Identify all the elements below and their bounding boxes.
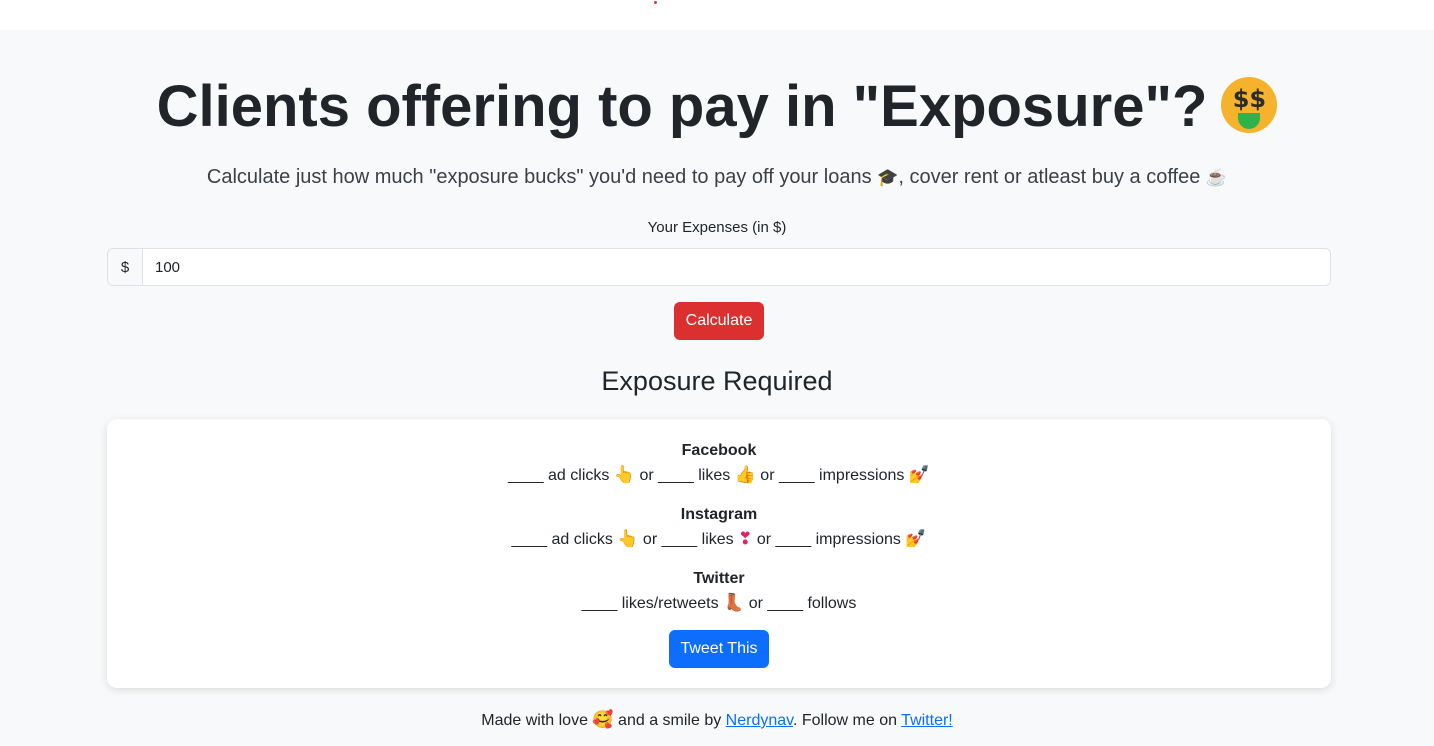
graduation-cap-icon: 🎓 xyxy=(877,168,899,188)
facebook-stats: ____ ad clicks 👆 or ____ likes 👍 or ____… xyxy=(107,462,1331,489)
or-text: or xyxy=(639,467,654,484)
twitter-link[interactable]: Twitter! xyxy=(901,712,953,729)
results-card: Facebook ____ ad clicks 👆 or ____ likes … xyxy=(107,419,1331,688)
facebook-title: Facebook xyxy=(681,442,757,459)
footer-and-smile: and a smile by xyxy=(618,712,722,729)
or-text: or xyxy=(756,531,772,548)
instagram-likes-label: likes xyxy=(701,531,734,548)
footer: Made with love 🥰 and a smile by Nerdynav… xyxy=(0,710,1434,730)
twitter-follows-blank: ____ xyxy=(767,595,803,612)
instagram-impressions-label: impressions xyxy=(815,531,901,548)
page-title: Clients offering to pay in "Exposure"? $$ xyxy=(0,72,1434,142)
facebook-ad-clicks-blank: ____ xyxy=(507,467,544,484)
twitter-likes-label: likes/retweets xyxy=(621,595,719,612)
page-title-text: Clients offering to pay in "Exposure"? xyxy=(156,74,1208,139)
page-subtitle: Calculate just how much "exposure bucks"… xyxy=(0,166,1434,189)
instagram-section: Instagram ____ ad clicks 👆 or ____ likes… xyxy=(107,504,1331,553)
subtitle-text-1: Calculate just how much "exposure bucks"… xyxy=(206,166,872,188)
expenses-input-group: $ xyxy=(107,248,1331,286)
expenses-input[interactable] xyxy=(142,248,1331,286)
instagram-impressions-blank: ____ xyxy=(775,531,812,548)
twitter-section: Twitter ____ likes/retweets 👢 or ____ fo… xyxy=(107,568,1331,617)
instagram-ad-clicks-label: ad clicks xyxy=(551,531,613,548)
loading-dot xyxy=(654,1,657,4)
smiling-hearts-icon: 🥰 xyxy=(592,710,614,730)
facebook-impressions-label: impressions xyxy=(819,467,905,484)
or-text: or xyxy=(748,595,763,612)
subtitle-text-2: , cover rent or atleast buy a coffee xyxy=(898,166,1201,188)
or-text: or xyxy=(760,467,775,484)
or-text: or xyxy=(642,531,658,548)
instagram-title: Instagram xyxy=(680,506,758,523)
instagram-stats: ____ ad clicks 👆 or ____ likes ❣ or ____… xyxy=(107,526,1331,553)
top-bar xyxy=(0,0,1434,30)
boot-icon: 👢 xyxy=(723,593,745,613)
instagram-ad-clicks-blank: ____ xyxy=(511,531,548,548)
tweet-this-button[interactable]: Tweet This xyxy=(669,630,769,668)
facebook-likes-label: likes xyxy=(698,467,731,484)
calculate-button[interactable]: Calculate xyxy=(674,302,764,340)
pointing-up-icon: 👆 xyxy=(617,529,639,549)
facebook-ad-clicks-label: ad clicks xyxy=(548,467,610,484)
twitter-stats: ____ likes/retweets 👢 or ____ follows xyxy=(107,590,1331,617)
instagram-likes-blank: ____ xyxy=(661,531,698,548)
nail-polish-icon: 💅 xyxy=(905,529,927,549)
footer-made-with: Made with love xyxy=(481,712,588,729)
thumbs-up-icon: 👍 xyxy=(734,465,756,485)
twitter-title: Twitter xyxy=(693,570,745,587)
facebook-section: Facebook ____ ad clicks 👆 or ____ likes … xyxy=(107,440,1331,489)
twitter-likes-blank: ____ xyxy=(581,595,618,612)
footer-follow-text: . Follow me on xyxy=(792,712,898,729)
coffee-icon: ☕ xyxy=(1205,168,1228,188)
dollar-prefix: $ xyxy=(107,248,142,286)
expenses-label: Your Expenses (in $) xyxy=(647,219,787,236)
heart-exclamation-icon: ❣ xyxy=(738,529,753,549)
nail-polish-icon: 💅 xyxy=(908,465,931,485)
results-title: Exposure Required xyxy=(601,366,833,396)
facebook-impressions-blank: ____ xyxy=(778,467,815,484)
twitter-follows-label: follows xyxy=(807,595,857,612)
facebook-likes-blank: ____ xyxy=(658,467,694,484)
author-link[interactable]: Nerdynav xyxy=(726,712,793,729)
pointing-up-icon: 👆 xyxy=(613,465,636,485)
money-mouth-face-icon: $$ xyxy=(1221,76,1278,133)
